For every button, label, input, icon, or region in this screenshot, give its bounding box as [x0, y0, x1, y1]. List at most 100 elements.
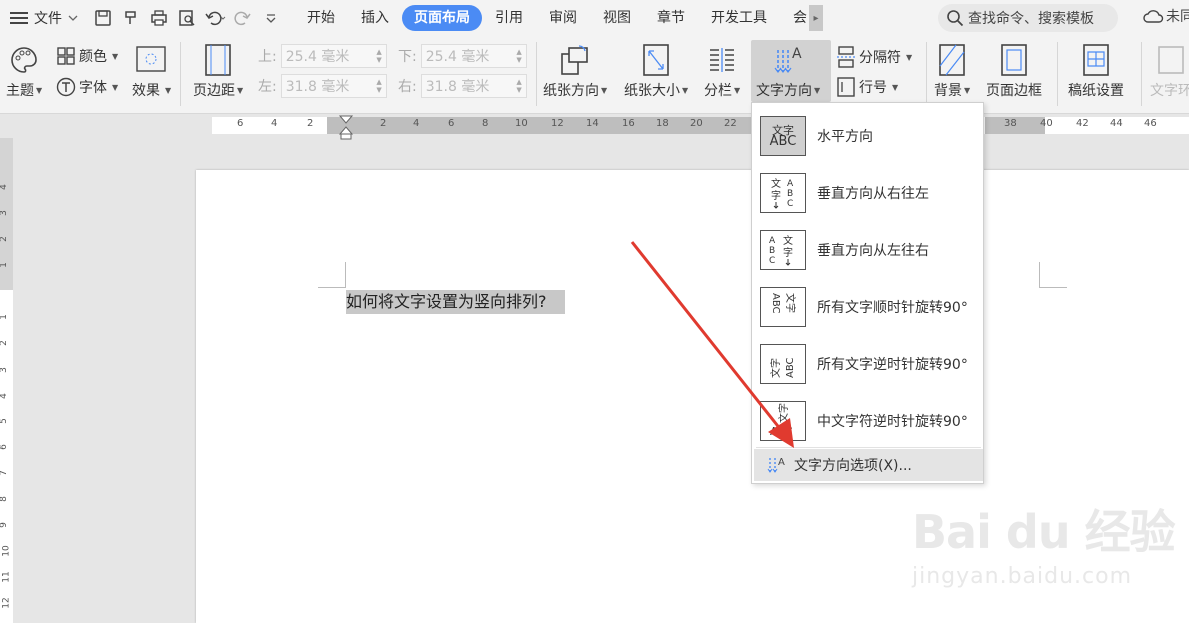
effect-button[interactable]: 效果 ▼	[132, 80, 171, 100]
orientation-button[interactable]: 纸张方向 ▼	[543, 44, 607, 100]
paper-setup-button[interactable]: 稿纸设置	[1068, 44, 1124, 100]
margin-left-field[interactable]: 左: 31.8 毫米 ▲ ▼	[258, 74, 387, 98]
ruler-tick-label: 12	[551, 118, 564, 129]
svg-text:C: C	[787, 199, 793, 209]
selected-document-text[interactable]: 如何将文字设置为竖向排列?	[346, 290, 565, 314]
margin-right-field[interactable]: 右: 31.8 毫米 ▲ ▼	[398, 74, 527, 98]
watermark-brand: Bai du 经验	[912, 505, 1176, 559]
spin-icon[interactable]: ▲ ▼	[376, 78, 381, 94]
background-button[interactable]: 背景 ▼	[934, 44, 970, 100]
vertical-ruler-tick-label: 12	[1, 597, 12, 609]
caret-down-icon: ▼	[682, 85, 689, 95]
effect-icon	[136, 46, 166, 72]
breaks-button[interactable]: 分隔符 ▼	[836, 46, 912, 68]
paper-size-button[interactable]: 纸张大小 ▼	[624, 44, 688, 100]
tab-home[interactable]: 开始	[294, 5, 348, 31]
margin-top-label: 上:	[258, 49, 277, 65]
line-numbers-icon	[837, 77, 855, 97]
margins-button[interactable]: 页边距 ▼	[193, 44, 243, 100]
columns-icon	[706, 44, 738, 76]
indent-marker-icon[interactable]	[339, 114, 353, 140]
format-painter-icon[interactable]	[118, 5, 144, 31]
caret-down-icon: ▼	[36, 85, 43, 95]
tab-view[interactable]: 视图	[590, 5, 644, 31]
vertical-ruler-tick-label: 8	[0, 496, 9, 502]
vertical-ruler-tick-label: 5	[0, 418, 9, 424]
line-numbers-label: 行号	[859, 80, 887, 96]
menu-item-vertical-ltr[interactable]: ABC文字 垂直方向从左往右	[754, 221, 983, 278]
tab-insert[interactable]: 插入	[348, 5, 402, 31]
margin-top-value: 25.4 毫米	[285, 49, 350, 65]
caret-down-icon: ▼	[237, 85, 244, 95]
tab-sections[interactable]: 章节	[644, 5, 698, 31]
margin-top-field[interactable]: 上: 25.4 毫米 ▲ ▼	[258, 44, 387, 68]
file-menu-button[interactable]: 文件	[0, 4, 86, 32]
spin-icon[interactable]: ▲ ▼	[516, 78, 521, 94]
spin-icon[interactable]: ▲ ▼	[376, 48, 381, 64]
search-placeholder: 查找命令、搜索模板	[968, 11, 1094, 27]
ruler-tick-label: 46	[1144, 118, 1157, 129]
vertical-ruler-tick-label: 3	[0, 367, 9, 373]
menu-item-label: 所有文字逆时针旋转90°	[817, 356, 968, 373]
menu-item-rotate-cw[interactable]: 文字 ABC 所有文字顺时针旋转90°	[754, 278, 983, 335]
margin-bottom-label: 下:	[398, 49, 417, 65]
tabs-scroll-right-button[interactable]: ▸	[809, 5, 823, 31]
chevron-right-icon: ▸	[813, 12, 819, 24]
ruler-tick-label: 38	[1004, 118, 1017, 129]
effect-label: 效果	[132, 83, 160, 99]
menu-item-rotate-ccw[interactable]: 文字 ABC 所有文字逆时针旋转90°	[754, 335, 983, 392]
ruler-tick-label: 8	[482, 118, 489, 129]
cloud-sync-status[interactable]: 未同	[1142, 6, 1189, 26]
orientation-icon	[559, 44, 591, 76]
hamburger-icon	[10, 12, 28, 24]
spin-icon[interactable]: ▲ ▼	[516, 48, 521, 64]
margin-bottom-field[interactable]: 下: 25.4 毫米 ▲ ▼	[398, 44, 527, 68]
svg-text:文: 文	[783, 234, 793, 247]
menu-item-label: 水平方向	[817, 128, 873, 145]
svg-text:文字: 文字	[777, 403, 790, 423]
menu-item-label: 中文字符逆时针旋转90°	[817, 413, 968, 430]
line-numbers-button[interactable]: 行号 ▼	[836, 77, 898, 97]
vertical-ruler-tick-label: 11	[1, 571, 12, 583]
ruler-text-area	[327, 117, 752, 134]
tab-page-layout[interactable]: 页面布局	[402, 5, 482, 31]
save-icon[interactable]	[90, 5, 116, 31]
tab-developer[interactable]: 开发工具	[698, 5, 780, 31]
tab-review[interactable]: 审阅	[536, 5, 590, 31]
margin-right-label: 右:	[398, 79, 417, 95]
vertical-ruler-tick-label: 1	[0, 262, 9, 268]
tab-references[interactable]: 引用	[482, 5, 536, 31]
customize-toolbar-icon[interactable]	[258, 5, 284, 31]
color-label: 颜色	[79, 49, 107, 65]
text-wrap-button[interactable]: 文字环	[1150, 44, 1189, 100]
menu-item-cjk-rotate-ccw[interactable]: 文字 ABC 中文字符逆时针旋转90°	[754, 392, 983, 449]
menu-item-vertical-rtl[interactable]: 文字ABC 垂直方向从右往左	[754, 164, 983, 221]
manuscript-paper-icon	[1080, 44, 1112, 76]
tab-member[interactable]: 会	[780, 5, 807, 31]
svg-text:B: B	[787, 189, 793, 199]
vertical-ltr-text-icon: ABC文字	[760, 229, 806, 270]
undo-icon[interactable]	[202, 5, 228, 31]
text-direction-options-item[interactable]: A 文字方向选项(X)...	[754, 449, 983, 481]
search-box[interactable]: 查找命令、搜索模板	[938, 4, 1118, 32]
print-icon[interactable]	[146, 5, 172, 31]
effect-icon-button[interactable]	[136, 46, 166, 72]
text-direction-button[interactable]: A 文字方向 ▼	[756, 44, 820, 100]
menu-item-horizontal[interactable]: 文字 ABC 水平方向	[754, 107, 983, 164]
icon-text-bottom: ABC	[769, 133, 797, 149]
columns-button[interactable]: 分栏 ▼	[704, 44, 740, 100]
color-button[interactable]: 颜色 ▼	[56, 46, 118, 66]
font-button[interactable]: 字体 ▼	[56, 77, 118, 97]
svg-text:字: 字	[771, 189, 781, 202]
menu-item-label: 所有文字顺时针旋转90°	[817, 299, 968, 316]
text-direction-icon: A	[772, 44, 804, 76]
ribbon-tabs: 开始 插入 页面布局 引用 审阅 视图 章节 开发工具 会 ▸	[294, 5, 823, 31]
text-direction-options-icon: A	[767, 457, 785, 473]
page-border-button[interactable]: 页面边框	[986, 44, 1042, 100]
theme-button[interactable]: 主题 ▼	[6, 44, 42, 100]
ribbon-separator	[926, 42, 927, 106]
watermark-url: jingyan.baidu.com	[912, 564, 1133, 589]
print-preview-icon[interactable]	[174, 5, 200, 31]
file-menu-label: 文件	[34, 11, 62, 27]
redo-icon[interactable]	[230, 5, 256, 31]
